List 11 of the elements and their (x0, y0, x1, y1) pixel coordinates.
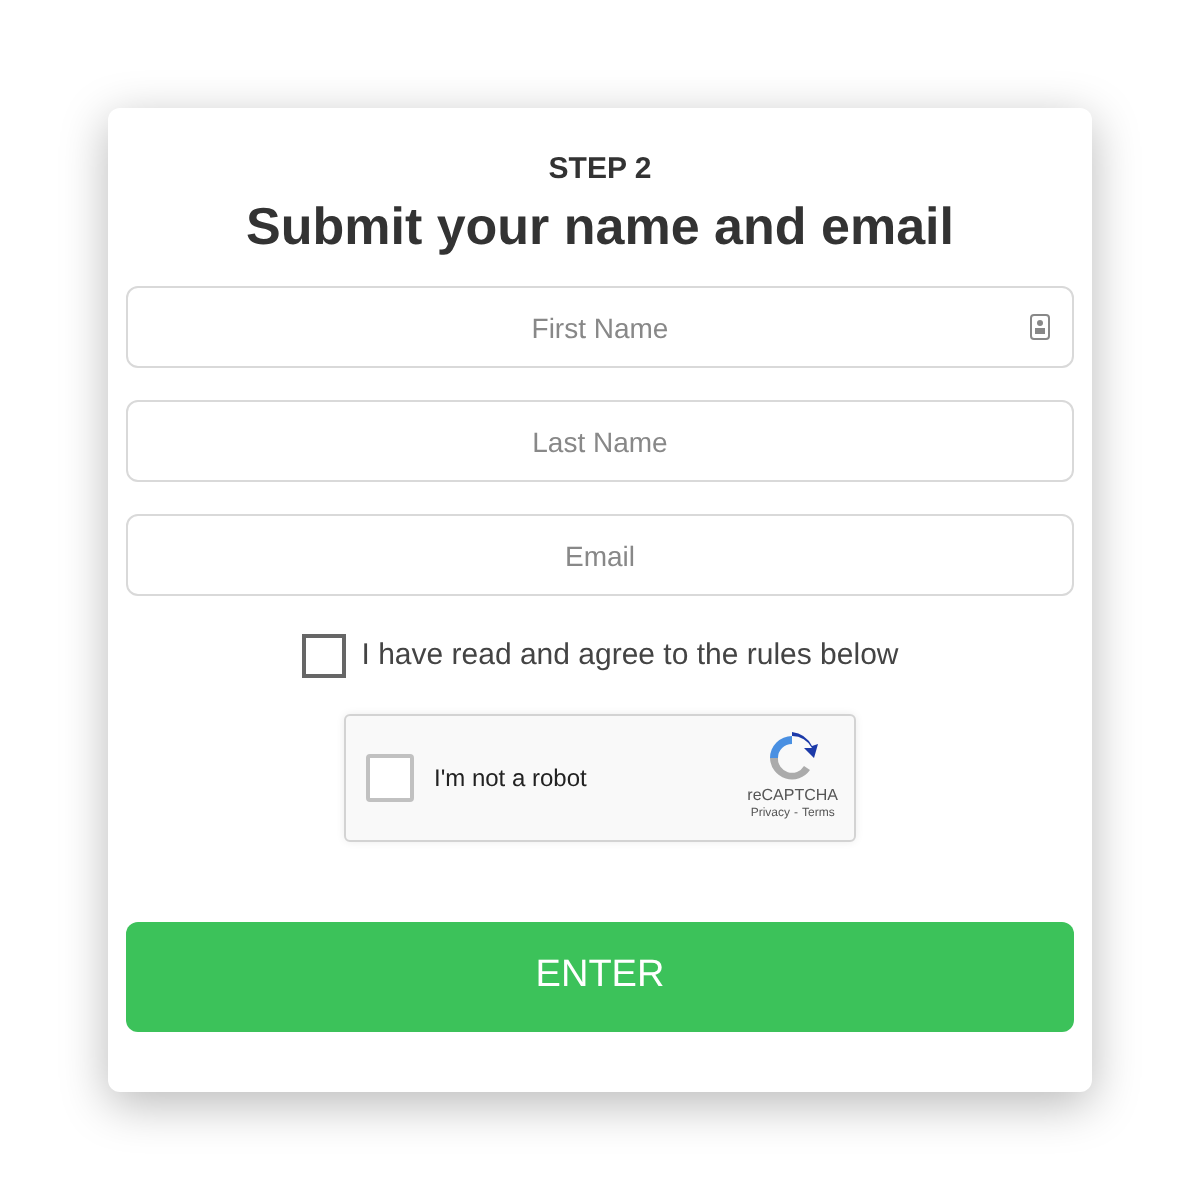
text-field[interactable]: Last Name (126, 400, 1074, 482)
text-field[interactable]: Email (126, 514, 1074, 596)
agree-checkbox[interactable] (301, 634, 346, 679)
agree-label: I have read and agree to the rules below (361, 636, 899, 676)
step-label: STEP 2 (548, 152, 652, 188)
captcha-label: I'm not a robot (434, 761, 587, 795)
form-title: Submit your name and email (246, 196, 954, 256)
captcha-checkbox[interactable] (366, 753, 414, 801)
recaptcha-brand: reCAPTCHA (747, 786, 838, 806)
contact-card-icon (1030, 314, 1050, 340)
text-field[interactable]: First Name (126, 286, 1074, 368)
